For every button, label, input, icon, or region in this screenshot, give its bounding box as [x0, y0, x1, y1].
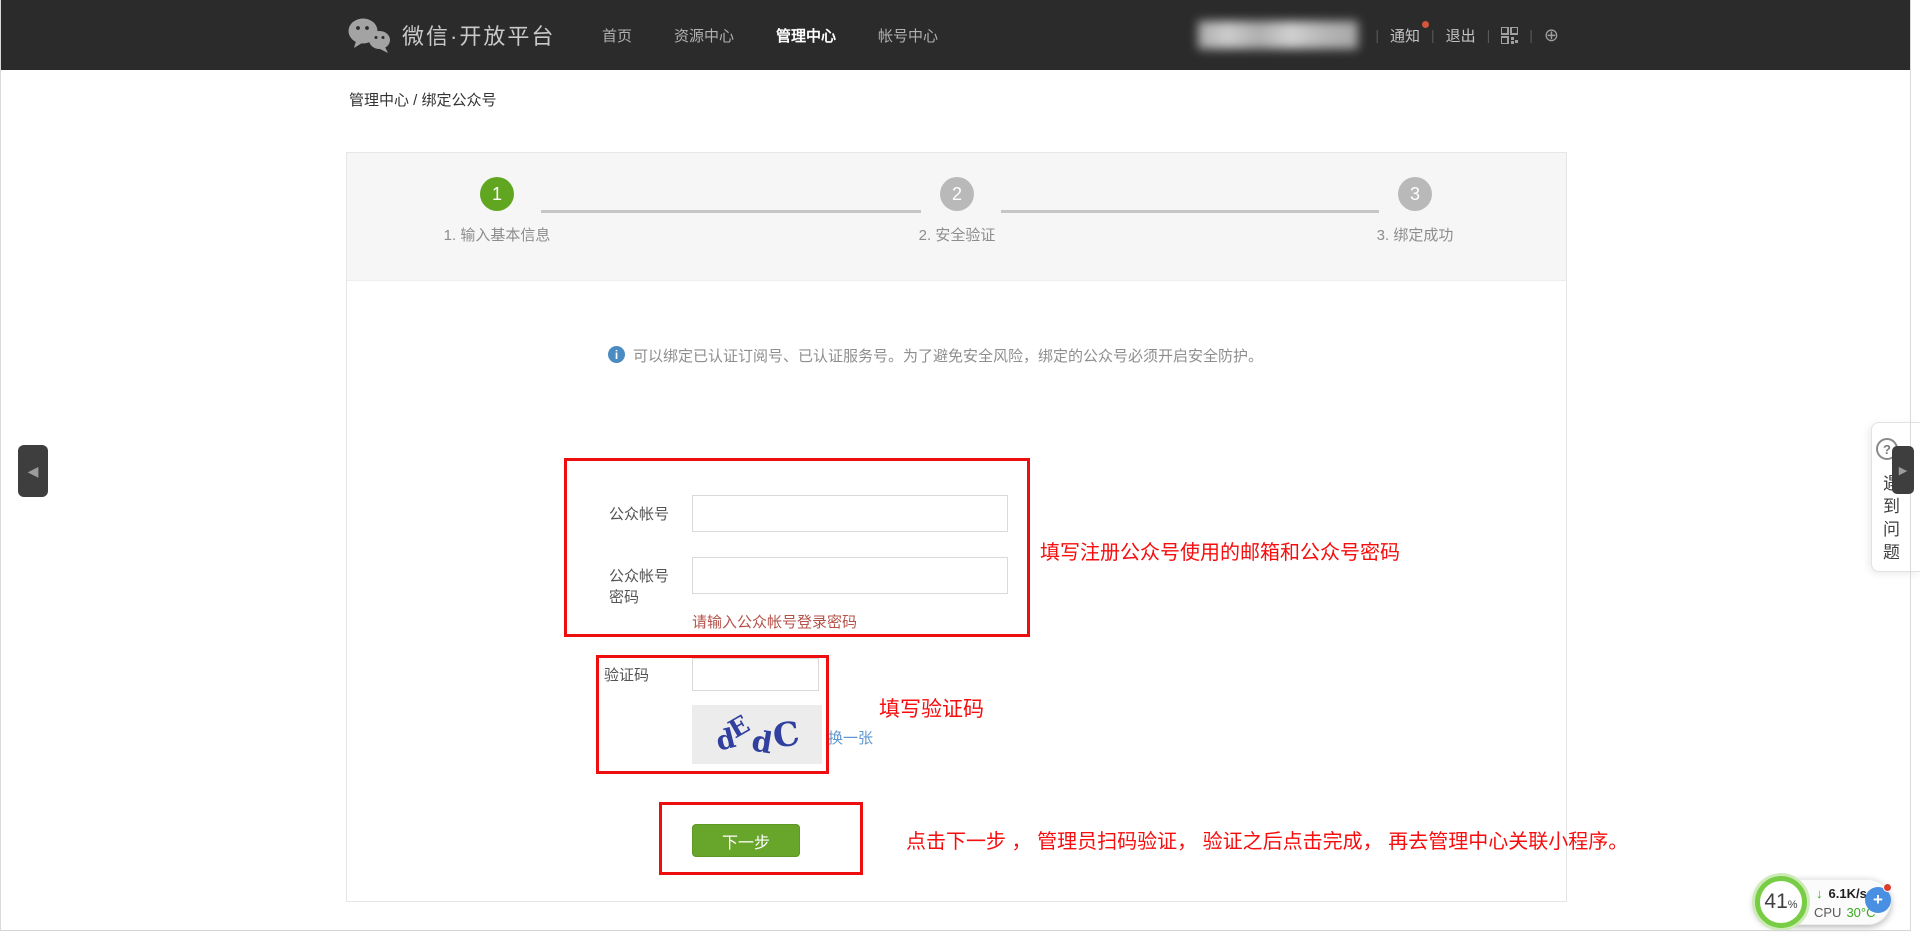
captcha-input[interactable] [692, 658, 819, 691]
step-3-circle: 3 [1398, 177, 1432, 211]
qr-code-icon[interactable] [1501, 27, 1518, 44]
breadcrumb: 管理中心 / 绑定公众号 [349, 89, 497, 110]
password-input[interactable] [692, 557, 1008, 594]
monitor-alert-dot [1883, 883, 1892, 892]
captcha-refresh-link[interactable]: 换一张 [828, 727, 873, 748]
notification-badge-dot [1422, 21, 1429, 28]
account-label: 公众帐号 [609, 504, 679, 525]
account-input[interactable] [692, 495, 1008, 532]
top-bar: 微信·开放平台 首页 资源中心 管理中心 帐号中心 | 通知 | 退出 | [0, 0, 1911, 70]
annotation-captcha-note: 填写验证码 [879, 693, 984, 723]
language-globe-icon[interactable] [1544, 26, 1559, 44]
step-2-circle: 2 [940, 177, 974, 211]
annotation-credentials-note: 填写注册公众号使用的邮箱和公众号密码 [1040, 536, 1400, 565]
download-speed-value: 6.1K/s [1829, 886, 1867, 901]
stepper-section: 1 1. 输入基本信息 2 2. 安全验证 3 3. 绑定成功 [347, 153, 1566, 281]
download-arrow-icon: ↓ [1816, 886, 1823, 901]
password-error-text: 请输入公众帐号登录密码 [692, 611, 857, 632]
divider: | [1529, 27, 1533, 43]
right-arrow-icon: ▶ [1899, 464, 1907, 477]
info-notice-text: 可以绑定已认证订阅号、已认证服务号。为了避免安全风险，绑定的公众号必须开启安全防… [633, 345, 1263, 366]
top-bar-right: | 通知 | 退出 | | [1198, 0, 1559, 70]
nav-item-home[interactable]: 首页 [602, 25, 632, 46]
nav-item-management-center[interactable]: 管理中心 [776, 25, 836, 46]
info-icon: i [608, 346, 625, 363]
main-nav: 首页 资源中心 管理中心 帐号中心 [602, 0, 938, 70]
nav-item-account-center[interactable]: 帐号中心 [878, 25, 938, 46]
collapse-right-tab[interactable]: ▶ [1892, 446, 1914, 494]
step-1-basic-info: 1 1. 输入基本信息 [397, 177, 597, 245]
annotation-next-step-note: 点击下一步 ， 管理员扫码验证， 验证之后点击完成， 再去管理中心关联小程序。 [906, 825, 1628, 854]
network-speed-row: ↓ 6.1K/s [1816, 886, 1867, 901]
cpu-label: CPU [1814, 905, 1841, 920]
brand-title: 微信·开放平台 [402, 19, 555, 51]
info-notice: i 可以绑定已认证订阅号、已认证服务号。为了避免安全风险，绑定的公众号必须开启安… [608, 345, 1263, 366]
divider: | [1375, 27, 1379, 43]
captcha-label: 验证码 [604, 665, 664, 686]
step-3-bind-success: 3 3. 绑定成功 [1315, 177, 1515, 245]
wechat-open-platform-page: 微信·开放平台 首页 资源中心 管理中心 帐号中心 | 通知 | 退出 | [0, 0, 1920, 935]
divider: | [1431, 27, 1435, 43]
step-3-label: 3. 绑定成功 [1315, 224, 1515, 245]
step-2-label: 2. 安全验证 [857, 224, 1057, 245]
wechat-logo-icon [346, 16, 392, 54]
memory-percent-value: 41 [1764, 881, 1787, 923]
notifications-label: 通知 [1390, 28, 1420, 45]
collapse-left-tab[interactable]: ◀ [18, 445, 48, 497]
notifications-link[interactable]: 通知 [1390, 25, 1420, 46]
step-1-circle: 1 [480, 177, 514, 211]
next-step-button[interactable]: 下一步 [692, 824, 800, 857]
captcha-image[interactable]: d E d C [692, 705, 822, 764]
username-blurred[interactable] [1198, 21, 1358, 49]
memory-gauge: 41% [1755, 876, 1807, 928]
divider: | [1487, 27, 1491, 43]
brand-home-link[interactable]: 微信·开放平台 [346, 0, 555, 70]
password-label: 公众帐号密码 [609, 566, 675, 608]
system-monitor-widget[interactable]: 41% ↓ 6.1K/s CPU 30°C + [1752, 873, 1894, 933]
left-arrow-icon: ◀ [28, 463, 39, 480]
logout-link[interactable]: 退出 [1446, 25, 1476, 46]
nav-item-resource-center[interactable]: 资源中心 [674, 25, 734, 46]
step-2-security-verify: 2 2. 安全验证 [857, 177, 1057, 245]
memory-percent-unit: % [1788, 899, 1798, 911]
step-1-label: 1. 输入基本信息 [397, 224, 597, 245]
captcha-char: d [749, 723, 774, 760]
captcha-char: C [770, 713, 801, 755]
